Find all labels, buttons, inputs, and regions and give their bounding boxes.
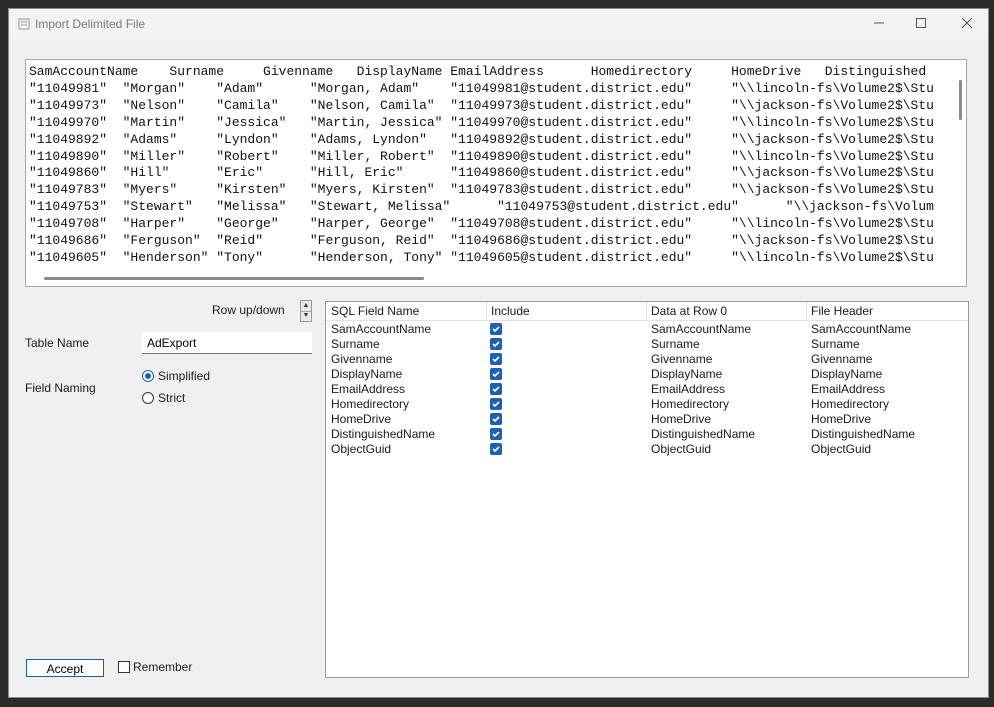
sql-field-name-cell[interactable]: Homedirectory — [331, 397, 409, 411]
checkbox-checked-icon[interactable] — [490, 398, 502, 410]
data-at-row-0-cell: DisplayName — [651, 367, 723, 381]
preview-header-line: SamAccountName Surname Givenname Display… — [29, 64, 927, 79]
sql-field-name-cell[interactable]: DistinguishedName — [331, 427, 435, 441]
sql-field-name-cell[interactable]: ObjectGuid — [331, 442, 391, 456]
remember-checkbox[interactable] — [118, 661, 130, 673]
close-icon[interactable] — [955, 14, 979, 34]
data-at-row-0-cell: Givenname — [651, 352, 713, 366]
data-at-row-0-cell: ObjectGuid — [651, 442, 712, 456]
title-bar: Import Delimited File — [9, 9, 988, 39]
checkbox-checked-icon[interactable] — [490, 368, 502, 380]
table-row[interactable]: DistinguishedName DistinguishedName Distin… — [326, 427, 968, 442]
sql-field-name-cell[interactable]: DisplayName — [331, 367, 402, 381]
data-at-row-0-cell: EmailAddress — [651, 382, 726, 396]
import-dialog-window: Import Delimited File SamAccountName Sur… — [8, 8, 989, 698]
field-naming-label: Field Naming — [25, 381, 96, 395]
radio-simplified-label: Simplified — [158, 369, 211, 383]
sql-field-name-cell[interactable]: Givenname — [331, 352, 392, 366]
vertical-scrollbar[interactable] — [959, 80, 962, 120]
preview-data-line: "11049981" "Morgan" "Adam" "Morgan, Adam… — [29, 80, 934, 96]
data-at-row-0-cell: Surname — [651, 337, 700, 351]
field-mapping-grid[interactable]: SQL Field Name Include Data at Row 0 Fil… — [325, 301, 969, 678]
file-header-cell: ObjectGuid — [811, 442, 872, 456]
grid-header: SQL Field Name Include Data at Row 0 Fil… — [326, 302, 968, 321]
window-title: Import Delimited File — [35, 17, 146, 31]
preview-data-line: "11049783" "Myers" "Kirsten" "Myers, Kir… — [29, 182, 934, 198]
maximize-icon[interactable] — [909, 14, 933, 34]
preview-data-line: "11049892" "Adams" "Lyndon" "Adams, Lynd… — [29, 131, 934, 147]
column-header-include[interactable]: Include — [491, 304, 530, 318]
data-at-row-0-cell: SamAccountName — [651, 322, 752, 336]
file-header-cell: SamAccountName — [811, 322, 912, 336]
column-header-sql-field-name[interactable]: SQL Field Name — [331, 304, 419, 318]
checkbox-checked-icon[interactable] — [490, 383, 502, 395]
checkbox-checked-icon[interactable] — [490, 353, 502, 365]
preview-data-line: "11049973" "Nelson" "Camila" "Nelson, Ca… — [29, 97, 934, 113]
file-header-cell: DistinguishedName — [811, 427, 916, 441]
table-row[interactable]: Surname Surname Surname — [326, 337, 968, 352]
sql-field-name-cell[interactable]: Surname — [331, 337, 380, 351]
radio-strict-label: Strict — [158, 391, 186, 405]
file-header-cell: Givenname — [811, 352, 873, 366]
sql-field-name-cell[interactable]: HomeDrive — [331, 412, 391, 426]
checkbox-checked-icon[interactable] — [490, 443, 502, 455]
table-row[interactable]: ObjectGuid ObjectGuid ObjectGuid — [326, 442, 968, 457]
table-row[interactable]: Homedirectory Homedirectory Homedirectory — [326, 397, 968, 412]
checkbox-checked-icon[interactable] — [490, 413, 502, 425]
data-at-row-0-cell: Homedirectory — [651, 397, 730, 411]
spin-down-icon[interactable]: ▼ — [301, 311, 311, 321]
file-preview-pane[interactable]: SamAccountName Surname Givenname Display… — [25, 59, 967, 287]
preview-data-line: "11049860" "Hill" "Eric" "Hill, Eric" "1… — [29, 165, 934, 181]
file-header-cell: Homedirectory — [811, 397, 890, 411]
sql-field-name-cell[interactable]: SamAccountName — [331, 322, 431, 336]
data-at-row-0-cell: HomeDrive — [651, 412, 712, 426]
file-header-cell: Surname — [811, 337, 860, 351]
column-header-file-header[interactable]: File Header — [811, 304, 873, 318]
preview-data-line: "11049605" "Henderson" "Tony" "Henderson… — [29, 249, 934, 265]
table-name-label: Table Name — [25, 336, 90, 350]
accept-button[interactable]: Accept — [26, 659, 104, 677]
preview-data-line: "11049708" "Harper" "George" "Harper, Ge… — [29, 216, 934, 232]
checkbox-checked-icon[interactable] — [490, 323, 502, 335]
table-row[interactable]: Givenname Givenname Givenname — [326, 352, 968, 367]
table-row[interactable]: EmailAddress EmailAddress EmailAddress — [326, 382, 968, 397]
column-header-data-at-row-0[interactable]: Data at Row 0 — [651, 304, 727, 318]
table-row[interactable]: HomeDrive HomeDrive HomeDrive — [326, 412, 968, 427]
table-row[interactable]: DisplayName DisplayName DisplayName — [326, 367, 968, 382]
data-at-row-0-cell: DistinguishedName — [651, 427, 756, 441]
file-header-cell: DisplayName — [811, 367, 883, 381]
row-spinner[interactable]: ▲ ▼ — [300, 300, 312, 322]
minimize-icon[interactable] — [867, 14, 891, 34]
remember-label: Remember — [133, 660, 193, 674]
table-row[interactable]: SamAccountName SamAccountName SamAccountNa… — [326, 322, 968, 337]
row-updown-label: Row up/down — [212, 303, 285, 317]
table-name-input[interactable] — [142, 332, 312, 354]
preview-data-line: "11049890" "Miller" "Robert" "Miller, Ro… — [29, 148, 934, 164]
checkbox-checked-icon[interactable] — [490, 338, 502, 350]
checkbox-checked-icon[interactable] — [490, 428, 502, 440]
preview-data-line: "11049686" "Ferguson" "Reid" "Ferguson, … — [29, 233, 934, 249]
file-preview-text: SamAccountName Surname Givenname Display… — [29, 64, 951, 274]
radio-unselected-icon[interactable] — [142, 392, 154, 404]
radio-selected-icon[interactable] — [142, 370, 154, 382]
preview-data-line: "11049753" "Stewart" "Melissa" "Stewart,… — [29, 199, 934, 215]
sql-field-name-cell[interactable]: EmailAddress — [331, 382, 405, 396]
file-header-cell: HomeDrive — [811, 412, 872, 426]
app-icon — [17, 17, 31, 31]
horizontal-scrollbar[interactable] — [44, 277, 424, 280]
preview-data-line: "11049970" "Martin" "Jessica" "Martin, J… — [29, 114, 934, 130]
file-header-cell: EmailAddress — [811, 382, 886, 396]
